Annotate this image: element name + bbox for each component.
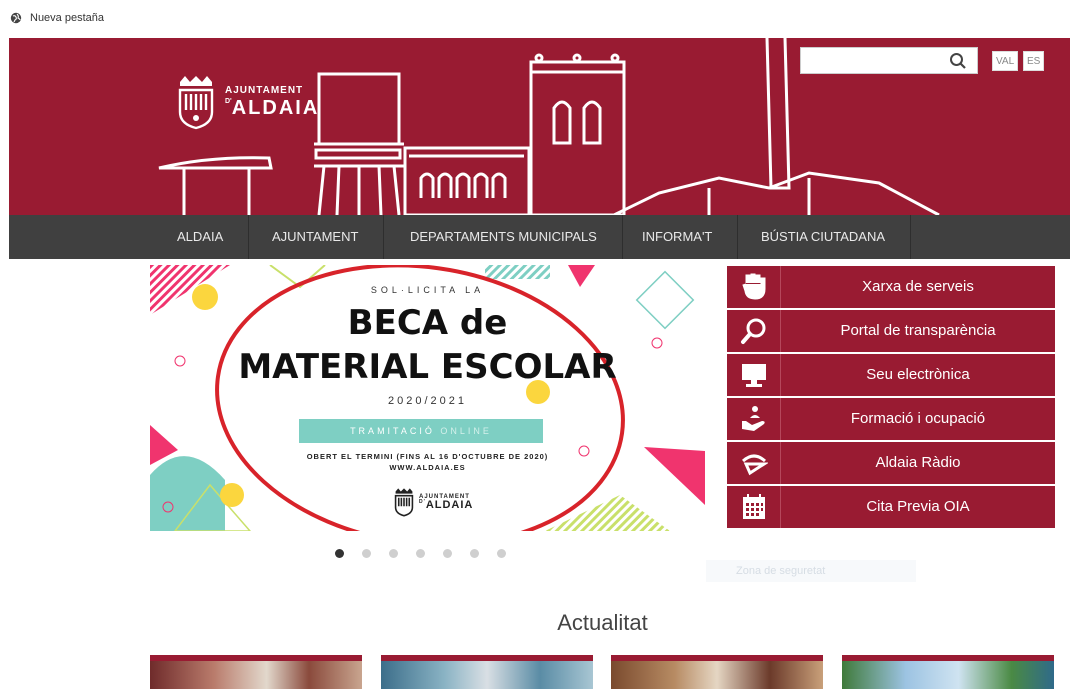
nav-item-aldaia[interactable]: ALDAIA [152, 215, 250, 259]
service-label: Aldaia Ràdio [875, 454, 961, 471]
button-accent-text: ONLINE [440, 426, 492, 436]
news-card-2[interactable] [381, 655, 593, 689]
main-nav: ALDAIA AJUNTAMENT DEPARTAMENTS MUNICIPAL… [9, 215, 1070, 259]
banner-year: 2020/2021 [388, 395, 467, 407]
banner-logo: AJUNTAMENT D'ALDAIA [394, 487, 473, 517]
slider-dots [335, 549, 506, 558]
service-label: Cita Previa OIA [866, 498, 970, 515]
monitor-icon [741, 364, 766, 387]
banner-info-url: WWW.ALDAIA.ES [389, 463, 466, 472]
news-card-4[interactable] [842, 655, 1054, 689]
news-card-image [842, 661, 1054, 689]
service-label: Portal de transparència [840, 322, 996, 339]
slider-dot-2[interactable] [362, 549, 371, 558]
faint-link[interactable]: Zona de seguretat [706, 560, 916, 582]
nav-item-informat[interactable]: INFORMA'T [617, 215, 739, 259]
banner-slide[interactable]: SOL·LICITA LA BECA de MATERIAL ESCOLAR 2… [150, 265, 705, 531]
people-hand-icon [741, 406, 765, 431]
service-label: Formació i ocupació [850, 410, 986, 427]
slider-dot-1[interactable] [335, 549, 344, 558]
radio-icon [741, 454, 768, 476]
tab-title: Nueva pestaña [30, 12, 104, 24]
calendar-icon [742, 494, 765, 519]
service-formacio-ocupacio[interactable]: Formació i ocupació [727, 398, 1055, 440]
search-icon[interactable] [949, 52, 967, 70]
nav-item-bustia[interactable]: BÚSTIA CIUTADANA [736, 215, 912, 259]
news-card-1[interactable] [150, 655, 362, 689]
coat-of-arms-icon [394, 488, 414, 517]
coat-of-arms-icon [178, 76, 214, 130]
slider-dot-3[interactable] [389, 549, 398, 558]
banner-title-line2: MATERIAL ESCOLAR [238, 347, 617, 387]
nav-item-departaments[interactable]: DEPARTAMENTS MUNICIPALS [385, 215, 623, 259]
banner-tramitacio-button[interactable]: TRAMITACIÓ ONLINE [299, 419, 543, 443]
logo-text-top: AJUNTAMENT [225, 85, 304, 96]
slider-dot-5[interactable] [443, 549, 452, 558]
search-input[interactable] [801, 48, 941, 73]
banner-logo-prefix: D' [419, 498, 426, 505]
service-seu-electronica[interactable]: Seu electrònica [727, 354, 1055, 396]
news-card-image [611, 661, 823, 689]
site-logo[interactable]: AJUNTAMENT D'ALDAIA [177, 74, 319, 130]
button-main-text: TRAMITACIÓ [350, 426, 435, 436]
news-card-image [150, 661, 362, 689]
news-card-3[interactable] [611, 655, 823, 689]
banner-subtitle: SOL·LICITA LA [370, 285, 485, 295]
news-card-image [381, 661, 593, 689]
service-portal-transparencia[interactable]: Portal de transparència [727, 310, 1055, 352]
slider-dot-6[interactable] [470, 549, 479, 558]
language-es-button[interactable]: ES [1023, 51, 1045, 71]
hand-icon [741, 273, 765, 300]
banner-title-line1: BECA de [347, 303, 508, 343]
magnifier-icon [740, 318, 765, 344]
service-xarxa-de-serveis[interactable]: Xarxa de serveis [727, 266, 1055, 308]
globe-icon [10, 12, 22, 24]
slider-dot-7[interactable] [497, 549, 506, 558]
slider-dot-4[interactable] [416, 549, 425, 558]
browser-tab-bar: Nueva pestaña [0, 0, 1070, 38]
banner-info-deadline: OBERT EL TERMINI (FINS AL 16 D'OCTUBRE D… [306, 452, 549, 461]
logo-prefix: D' [225, 98, 232, 105]
services-menu: Xarxa de serveis Portal de transparència… [727, 266, 1055, 530]
nav-item-ajuntament[interactable]: AJUNTAMENT [247, 215, 385, 259]
service-label: Seu electrònica [866, 366, 970, 383]
browser-tab[interactable]: Nueva pestaña [10, 12, 104, 24]
section-title-actualitat: Actualitat [557, 610, 648, 635]
banner-logo-bottom: ALDAIA [425, 498, 474, 511]
site-header: AJUNTAMENT D'ALDAIA VAL ES [9, 38, 1070, 215]
service-aldaia-radio[interactable]: Aldaia Ràdio [727, 442, 1055, 484]
service-label: Xarxa de serveis [862, 278, 974, 295]
search-box [800, 47, 978, 74]
service-cita-previa[interactable]: Cita Previa OIA [727, 486, 1055, 528]
language-val-button[interactable]: VAL [992, 51, 1019, 71]
logo-text-bottom: ALDAIA [231, 97, 320, 119]
